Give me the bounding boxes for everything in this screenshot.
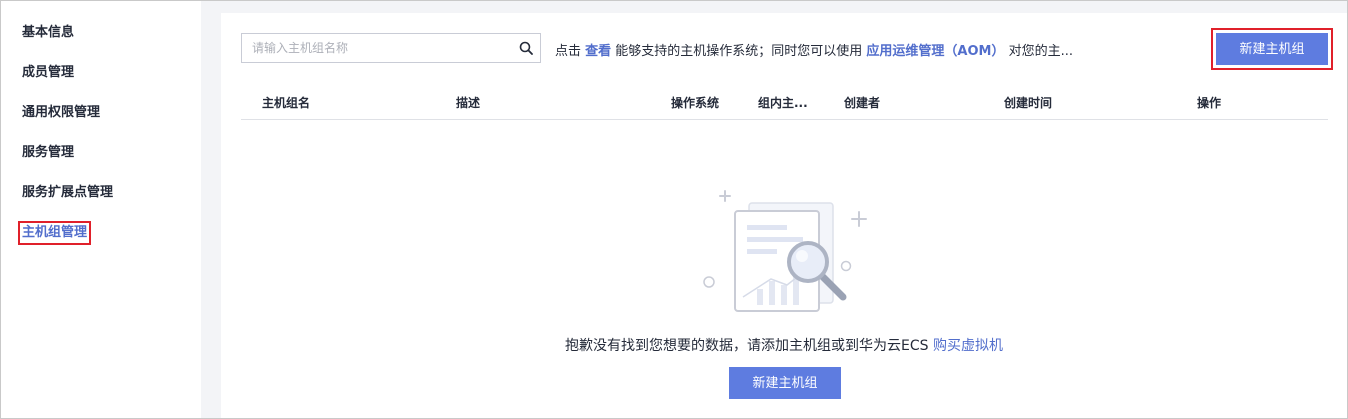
column-header-host-count: 组内主...	[758, 96, 808, 110]
tip-prefix: 点击	[555, 44, 586, 59]
column-header-os[interactable]: 操作系统	[671, 94, 719, 111]
tip-suffix: 对您的主...	[1004, 44, 1074, 59]
view-os-link[interactable]: 查看	[585, 44, 611, 59]
sidebar: 基本信息 成员管理 通用权限管理 服务管理 服务扩展点管理 主机组管理	[1, 1, 201, 418]
create-host-group-button[interactable]: 新建主机组	[1211, 28, 1333, 70]
empty-create-host-group-button[interactable]: 新建主机组	[729, 367, 841, 399]
sidebar-item-basic-info[interactable]: 基本信息	[22, 24, 74, 42]
column-header-creator: 创建者	[844, 96, 881, 110]
main-panel: 点击 查看 能够支持的主机操作系统；同时您可以使用 应用运维管理（AOM） 对您…	[221, 13, 1347, 418]
tip-middle: 能够支持的主机操作系统；同时您可以使用	[611, 44, 867, 59]
aom-link[interactable]: 应用运维管理（AOM）	[866, 44, 1004, 59]
column-header-actions: 操作	[1197, 96, 1222, 110]
buy-vm-link[interactable]: 购买虚拟机	[933, 338, 1003, 354]
search-box	[241, 33, 541, 63]
sidebar-item-permissions[interactable]: 通用权限管理	[22, 104, 100, 122]
sidebar-item-services[interactable]: 服务管理	[22, 144, 74, 162]
column-header-description: 描述	[456, 96, 481, 110]
sidebar-item-extension-points[interactable]: 服务扩展点管理	[22, 184, 113, 202]
column-header-created-time[interactable]: 创建时间	[1004, 94, 1052, 111]
column-header-name[interactable]: 主机组名	[262, 94, 310, 111]
empty-message-text: 抱歉没有找到您想要的数据，请添加主机组或到华为云ECS	[565, 338, 933, 354]
os-support-tip: 点击 查看 能够支持的主机操作系统；同时您可以使用 应用运维管理（AOM） 对您…	[555, 40, 1073, 59]
page-frame: 基本信息 成员管理 通用权限管理 服务管理 服务扩展点管理 主机组管理 点击 查…	[0, 0, 1348, 419]
sidebar-item-host-groups[interactable]: 主机组管理	[17, 221, 92, 245]
search-icon[interactable]	[519, 41, 533, 55]
empty-state-message: 抱歉没有找到您想要的数据，请添加主机组或到华为云ECS 购买虚拟机	[221, 335, 1347, 355]
table-header: 主机组名 描述 操作系统 组内主... 创建者 创建时间 操作	[241, 87, 1328, 120]
search-input[interactable]	[252, 40, 512, 56]
search-document-illustration	[703, 190, 867, 312]
sidebar-item-members[interactable]: 成员管理	[22, 64, 74, 82]
